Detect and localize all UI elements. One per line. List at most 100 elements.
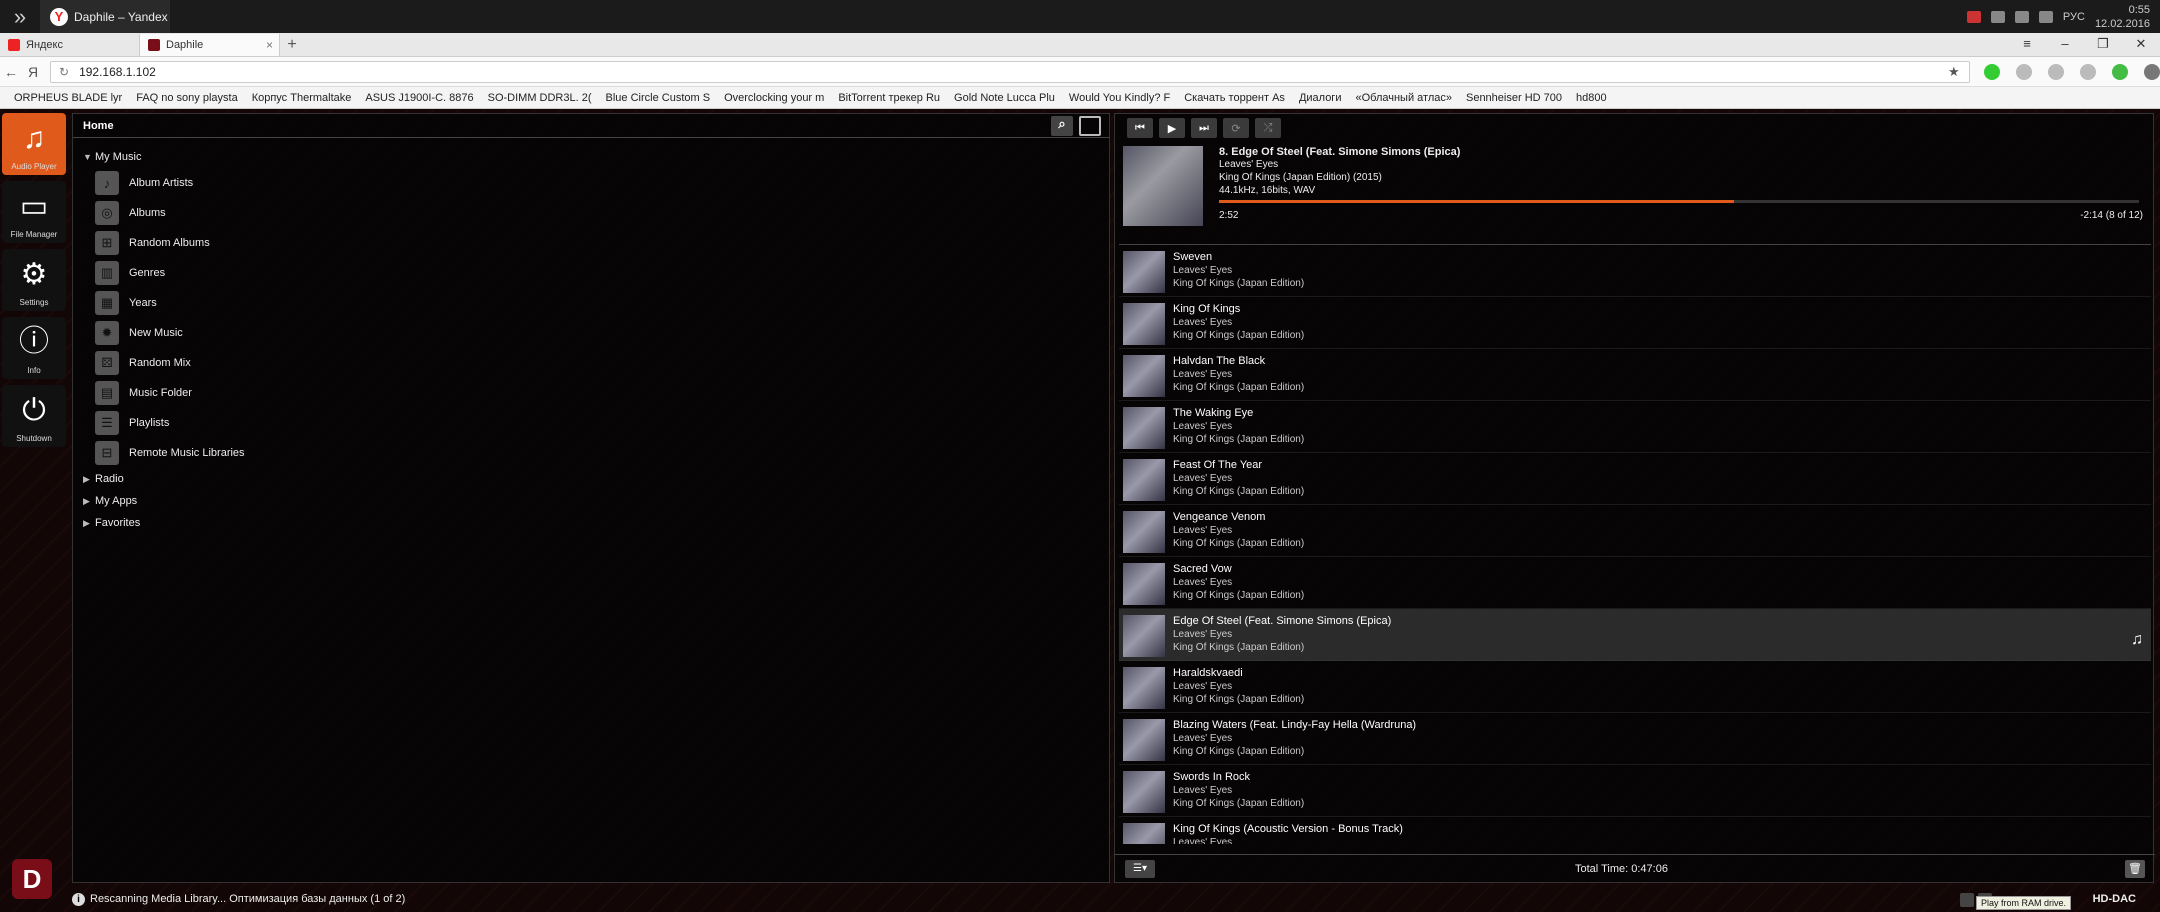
sidebar-item-shutdown[interactable]: ⏻ Shutdown (2, 385, 66, 447)
browser-tab-daphile[interactable]: Daphile × (140, 34, 280, 56)
progress-bar[interactable] (1219, 200, 2139, 203)
queue-row[interactable]: Blazing Waters (Feat. Lindy-Fay Hella (W… (1119, 713, 2151, 765)
library-item-label: Playlists (129, 417, 170, 429)
url-field[interactable]: ↻ 192.168.1.102 (50, 60, 1970, 83)
queue-row[interactable]: Vengeance Venom Leaves' Eyes King Of Kings… (1119, 505, 2151, 557)
tray-network-icon[interactable] (2014, 10, 2029, 23)
library-item-genres[interactable]: ▥ Genres (83, 258, 1109, 288)
sidebar-item-audio-player[interactable]: ♫ Audio Player (2, 113, 66, 175)
breadcrumb-home[interactable]: Home (83, 120, 114, 132)
queue-row[interactable]: Haraldskvaedi Leaves' Eyes King Of Kings (… (1119, 661, 2151, 713)
download-green-icon[interactable] (2111, 63, 2128, 80)
window-tab[interactable]: Y Daphile – Yandex (40, 0, 170, 33)
tree-node-my-apps[interactable]: ▶ My Apps (83, 490, 1109, 512)
view-toggle-icon[interactable] (1079, 116, 1101, 136)
close-window-icon[interactable]: ✕ (2122, 33, 2160, 55)
reload-icon[interactable]: ↻ (59, 65, 69, 79)
queue-row[interactable]: Sacred Vow Leaves' Eyes King Of Kings (Jap… (1119, 557, 2151, 609)
shuffle-icon[interactable]: ⤮ (1255, 118, 1281, 138)
library-item-random-mix[interactable]: ⚄ Random Mix (83, 348, 1109, 378)
bookmark-item[interactable]: Would You Kindly? F (1069, 92, 1170, 104)
yandex-button[interactable]: Я (22, 64, 44, 80)
bookmark-item[interactable]: Overclocking your m (724, 92, 824, 104)
browser-tab-yandex[interactable]: Яндекс (0, 34, 140, 56)
track-thumbnail (1123, 251, 1165, 293)
tray-clock[interactable]: 0:55 12.02.2016 (2095, 3, 2150, 31)
track-thumbnail (1123, 771, 1165, 813)
track-artist: Leaves' Eyes (1173, 317, 1233, 328)
queue-row[interactable]: Halvdan The Black Leaves' Eyes King Of Kin… (1119, 349, 2151, 401)
tree-node-radio[interactable]: ▶ Radio (83, 468, 1109, 490)
tray-cloud-icon[interactable] (1990, 10, 2005, 23)
shield-icon[interactable] (1983, 63, 2000, 80)
queue-menu-button[interactable]: ☰▾ (1125, 859, 1155, 878)
track-album: King Of Kings (Japan Edition) (1173, 746, 1305, 757)
previous-icon[interactable]: ⏮ (1127, 118, 1153, 138)
new-tab-button[interactable]: + (280, 34, 304, 56)
queue-row[interactable]: King Of Kings Leaves' Eyes King Of Kings (… (1119, 297, 2151, 349)
sidebar-item-settings[interactable]: ⚙ Settings (2, 249, 66, 311)
bookmark-item[interactable]: «Облачный атлас» (1355, 92, 1452, 104)
menu-icon[interactable]: ≡ (2008, 33, 2046, 55)
library-item-label: Remote Music Libraries (129, 447, 245, 459)
queue-row[interactable]: Sweven Leaves' Eyes King Of Kings (Japan E… (1119, 245, 2151, 297)
bookmark-item[interactable]: ORPHEUS BLADE lyr (14, 92, 122, 104)
bookmark-star-icon[interactable]: ★ (1948, 64, 1960, 80)
bookmark-item[interactable]: SO-DIMM DDR3L. 2( (488, 92, 592, 104)
bookmark-item[interactable]: Скачать торрент As (1184, 92, 1285, 104)
extension-icon[interactable] (2015, 63, 2032, 80)
next-icon[interactable]: ⏭ (1191, 118, 1217, 138)
library-item-playlists[interactable]: ☰ Playlists (83, 408, 1109, 438)
bookmark-item[interactable]: Корпус Thermaltake (252, 92, 352, 104)
queue-row[interactable]: Edge Of Steel (Feat. Simone Simons (Epic… (1119, 609, 2151, 661)
bookmark-item[interactable]: Диалоги (1299, 92, 1342, 104)
player-panel: ⏮ ▶ ⏭ ⟳ ⤮ 8. Edge Of Steel (Feat. Simone… (1114, 113, 2155, 883)
search-icon[interactable]: ⌕ (1051, 116, 1073, 136)
extension-icon[interactable] (2047, 63, 2064, 80)
play-icon[interactable]: ▶ (1159, 118, 1185, 138)
queue-row[interactable]: The Waking Eye Leaves' Eyes King Of Kings … (1119, 401, 2151, 453)
browser-menu-icon[interactable]: » (0, 0, 40, 33)
library-item-album-artists[interactable]: ♪ Album Artists (83, 168, 1109, 198)
sidebar-item-file-manager[interactable]: ▭ File Manager (2, 181, 66, 243)
bookmark-item[interactable]: Blue Circle Custom S (606, 92, 711, 104)
system-tray: РУС 0:55 12.02.2016 (1966, 0, 2150, 33)
tray-app-icon[interactable] (1966, 10, 1981, 23)
now-playing-album[interactable]: King Of Kings (Japan Edition) (2015) (1219, 172, 1382, 183)
close-tab-icon[interactable]: × (266, 38, 273, 52)
minimize-icon[interactable]: – (2046, 33, 2084, 55)
bookmark-item[interactable]: Sennheiser HD 700 (1466, 92, 1562, 104)
queue-row[interactable]: Swords In Rock Leaves' Eyes King Of Kings … (1119, 765, 2151, 817)
queue-row[interactable]: Feast Of The Year Leaves' Eyes King Of Kin… (1119, 453, 2151, 505)
library-item-new-music[interactable]: ✹ New Music (83, 318, 1109, 348)
library-item-music-folder[interactable]: ▤ Music Folder (83, 378, 1109, 408)
back-arrow-icon[interactable]: ← (0, 64, 22, 80)
library-item-years[interactable]: ▦ Years (83, 288, 1109, 318)
track-artist: Leaves' Eyes (1173, 473, 1233, 484)
sidebar-item-info[interactable]: ⓘ Info (2, 317, 66, 379)
bookmark-item[interactable]: Gold Note Lucca Plu (954, 92, 1055, 104)
genre-icon: ▥ (95, 261, 119, 285)
play-queue[interactable]: Sweven Leaves' Eyes King Of Kings (Japan E… (1119, 244, 2151, 844)
downloads-icon[interactable] (2143, 63, 2160, 80)
tray-volume-icon[interactable] (2038, 10, 2053, 23)
daphile-logo: D (12, 859, 52, 899)
bookmark-item[interactable]: FAQ no sony playsta (136, 92, 238, 104)
restore-icon[interactable]: ❐ (2084, 33, 2122, 55)
now-playing-artist[interactable]: Leaves' Eyes (1219, 159, 1278, 170)
trash-icon[interactable]: 🗑 (2125, 859, 2145, 878)
tree-node-favorites[interactable]: ▶ Favorites (83, 512, 1109, 534)
bookmark-item[interactable]: BitTorrent трекер Ru (838, 92, 940, 104)
library-item-random-albums[interactable]: ⊞ Random Albums (83, 228, 1109, 258)
bookmark-item[interactable]: ASUS J1900I-C. 8876 (365, 92, 473, 104)
repeat-icon[interactable]: ⟳ (1223, 118, 1249, 138)
tree-node-my-music[interactable]: ▼ My Music (83, 146, 1109, 168)
output-device[interactable]: HD-DAC (2093, 893, 2136, 905)
library-item-remote-music-libraries[interactable]: ⊟ Remote Music Libraries (83, 438, 1109, 468)
extension-icon[interactable] (2079, 63, 2096, 80)
bookmark-item[interactable]: hd800 (1576, 92, 1607, 104)
tray-language[interactable]: РУС (2063, 11, 2085, 23)
queue-row[interactable]: King Of Kings (Acoustic Version - Bonus … (1119, 817, 2151, 844)
settings-small-icon[interactable] (1960, 893, 1974, 907)
library-item-albums[interactable]: ◎ Albums (83, 198, 1109, 228)
